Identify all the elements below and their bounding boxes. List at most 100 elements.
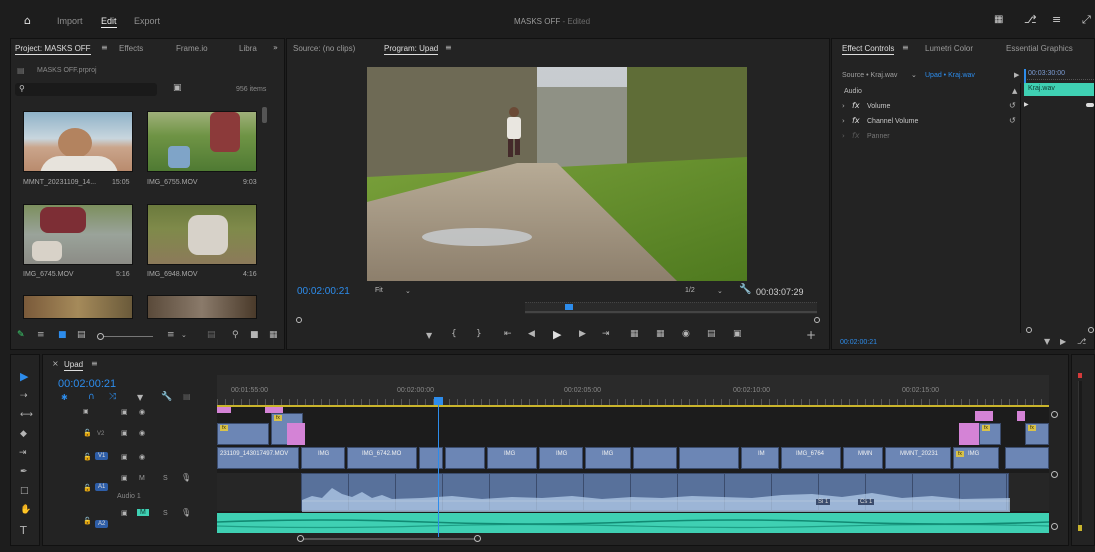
ec-zoom-right[interactable] bbox=[1088, 327, 1094, 333]
track-area[interactable]: fx fx fx fx 231109_143017497.MOV IMG IMG… bbox=[217, 407, 1049, 533]
mute-button-a2[interactable]: M bbox=[137, 509, 149, 516]
project-scrollbar[interactable] bbox=[262, 107, 267, 123]
film-icon[interactable]: ▣ bbox=[121, 454, 128, 461]
expand-chevron-icon[interactable]: › bbox=[842, 103, 845, 110]
sequence-menu-icon[interactable]: ≡ bbox=[91, 360, 98, 368]
ec-zoom-left[interactable] bbox=[1026, 327, 1032, 333]
export-icon[interactable]: ⎇ bbox=[1077, 338, 1086, 346]
ec-keyframe-handle[interactable] bbox=[1086, 103, 1094, 107]
wrench-icon[interactable]: 🔧 bbox=[739, 285, 751, 295]
lock-icon[interactable]: 🔓 bbox=[83, 518, 92, 525]
pen-tool-icon[interactable]: ✒ bbox=[20, 468, 28, 477]
search-input[interactable]: ⚲ bbox=[15, 83, 157, 96]
lock-icon[interactable]: ▣ bbox=[83, 409, 89, 415]
v2-clip[interactable]: fx bbox=[979, 423, 1001, 445]
tab-lumetri[interactable]: Lumetri Color bbox=[925, 44, 973, 53]
v-scroll-handle[interactable] bbox=[1051, 411, 1058, 418]
v1-clip[interactable] bbox=[679, 447, 739, 469]
v1-clip[interactable]: IMG bbox=[301, 447, 345, 469]
list-view-icon[interactable]: ≡ bbox=[37, 331, 45, 340]
v1-clip[interactable]: IMG_6742.MO bbox=[347, 447, 417, 469]
film-icon[interactable]: ▣ bbox=[121, 510, 128, 517]
zoom-slider-handle[interactable] bbox=[97, 333, 104, 340]
icon-view-icon[interactable]: ■ bbox=[58, 331, 67, 340]
zoom-left-handle[interactable] bbox=[296, 317, 302, 323]
playhead-handle[interactable] bbox=[434, 397, 443, 405]
play-icon[interactable]: ▶ bbox=[553, 329, 561, 340]
lift-icon[interactable]: ▦ bbox=[630, 330, 639, 339]
ec-clip-label[interactable]: Upad • Kraj.wav bbox=[925, 72, 975, 79]
v1-clip[interactable]: fx IMG bbox=[953, 447, 999, 469]
timeline-h-scroll[interactable] bbox=[217, 535, 1049, 543]
eye-icon[interactable]: ◉ bbox=[139, 430, 145, 437]
chevron-down-icon[interactable]: ⌄ bbox=[911, 72, 917, 79]
go-to-in-icon[interactable]: ⇤ bbox=[504, 330, 512, 339]
v2-pink-clip[interactable] bbox=[287, 423, 305, 445]
freeform-view-icon[interactable]: ▤ bbox=[77, 331, 86, 340]
thumbnail-3[interactable] bbox=[23, 204, 133, 265]
tab-program[interactable]: Program: Upad bbox=[384, 44, 439, 55]
snap-icon[interactable]: ∩ bbox=[88, 393, 95, 402]
scroll-left-handle[interactable] bbox=[297, 535, 304, 542]
ec-timecode[interactable]: 00:02:00:21 bbox=[840, 339, 877, 346]
scroll-thumb[interactable] bbox=[297, 538, 477, 540]
rectangle-tool-icon[interactable]: □ bbox=[20, 487, 29, 496]
workspaces-icon[interactable]: ≡ bbox=[1052, 14, 1061, 25]
mark-in-icon[interactable]: { bbox=[451, 330, 457, 339]
solo-button[interactable]: S bbox=[163, 475, 168, 482]
eye-icon[interactable]: ◉ bbox=[139, 409, 145, 416]
film-icon[interactable]: ▣ bbox=[121, 430, 128, 437]
tab-essential-graphics[interactable]: Essential Graphics bbox=[1006, 44, 1073, 53]
close-tab-icon[interactable]: × bbox=[52, 360, 59, 368]
selection-tool-icon[interactable]: ▶ bbox=[20, 371, 28, 382]
linked-selection-icon[interactable]: ⤨ bbox=[109, 393, 116, 402]
expand-arrow-icon[interactable]: ▶ bbox=[1014, 72, 1019, 79]
slip-tool-icon[interactable]: ⇥ bbox=[19, 449, 27, 458]
zoom-right-handle[interactable] bbox=[814, 317, 820, 323]
v-scroll-handle[interactable] bbox=[1051, 523, 1058, 530]
quick-export-icon[interactable]: ▦ bbox=[994, 15, 1003, 25]
v2-pink-clip[interactable] bbox=[959, 423, 979, 445]
export-tab[interactable]: Export bbox=[134, 16, 160, 26]
effect-controls-menu-icon[interactable]: ≡ bbox=[902, 44, 909, 52]
track-label-v1[interactable]: V1 bbox=[95, 452, 109, 460]
timeline-wrench-icon[interactable]: 🔧 bbox=[161, 393, 172, 402]
a2-audio-clip[interactable] bbox=[217, 513, 1049, 533]
v-scroll-handle[interactable] bbox=[1051, 471, 1058, 478]
track-label-a1[interactable]: A1 bbox=[95, 483, 109, 491]
track-select-icon[interactable]: ⇢ bbox=[20, 392, 28, 401]
fx-icon[interactable]: fx bbox=[852, 132, 860, 140]
nest-icon[interactable]: ✱ bbox=[61, 394, 68, 402]
thumbnail-6[interactable] bbox=[147, 295, 257, 319]
ripple-edit-icon[interactable]: ⟷ bbox=[20, 411, 33, 420]
add-marker-icon[interactable]: ▼ bbox=[137, 394, 143, 402]
scroll-right-handle[interactable] bbox=[474, 535, 481, 542]
fit-select[interactable]: Fit ⌄ bbox=[375, 287, 411, 295]
expand-chevron-icon[interactable]: › bbox=[842, 118, 845, 125]
v1-clip[interactable]: IM bbox=[741, 447, 779, 469]
v2-clip[interactable]: fx bbox=[1025, 423, 1049, 445]
thumbnail-2[interactable] bbox=[147, 111, 257, 172]
timeline-timecode[interactable]: 00:02:00:21 bbox=[58, 378, 116, 390]
panel-menu-icon[interactable]: ≡ bbox=[101, 44, 108, 52]
film-icon[interactable]: ▣ bbox=[121, 409, 128, 416]
v1-clip[interactable]: MMN bbox=[843, 447, 883, 469]
timeline-v-scroll[interactable] bbox=[1051, 407, 1059, 533]
edit-tab[interactable]: Edit bbox=[101, 16, 117, 28]
play-audio-icon[interactable]: ▶ bbox=[1060, 338, 1066, 346]
step-forward-icon[interactable]: ▶ bbox=[579, 330, 586, 339]
extract-icon[interactable]: ▦ bbox=[656, 330, 665, 339]
mark-out-icon[interactable]: } bbox=[476, 330, 482, 339]
mic-icon[interactable]: 🎙 bbox=[181, 474, 191, 482]
hand-tool-icon[interactable]: ✋ bbox=[20, 506, 31, 515]
razor-tool-icon[interactable]: ◆ bbox=[20, 430, 27, 439]
more-tabs-icon[interactable]: » bbox=[273, 44, 278, 52]
v3-clip[interactable] bbox=[975, 411, 993, 421]
film-icon[interactable]: ▣ bbox=[121, 475, 128, 482]
step-back-icon[interactable]: ◀ bbox=[528, 330, 535, 339]
comparison-icon[interactable]: ▤ bbox=[707, 330, 716, 339]
video-frame[interactable] bbox=[367, 67, 747, 281]
collapse-icon[interactable]: ▲ bbox=[1012, 88, 1017, 95]
tab-source[interactable]: Source: (no clips) bbox=[293, 44, 355, 53]
tab-effects[interactable]: Effects bbox=[119, 44, 143, 53]
